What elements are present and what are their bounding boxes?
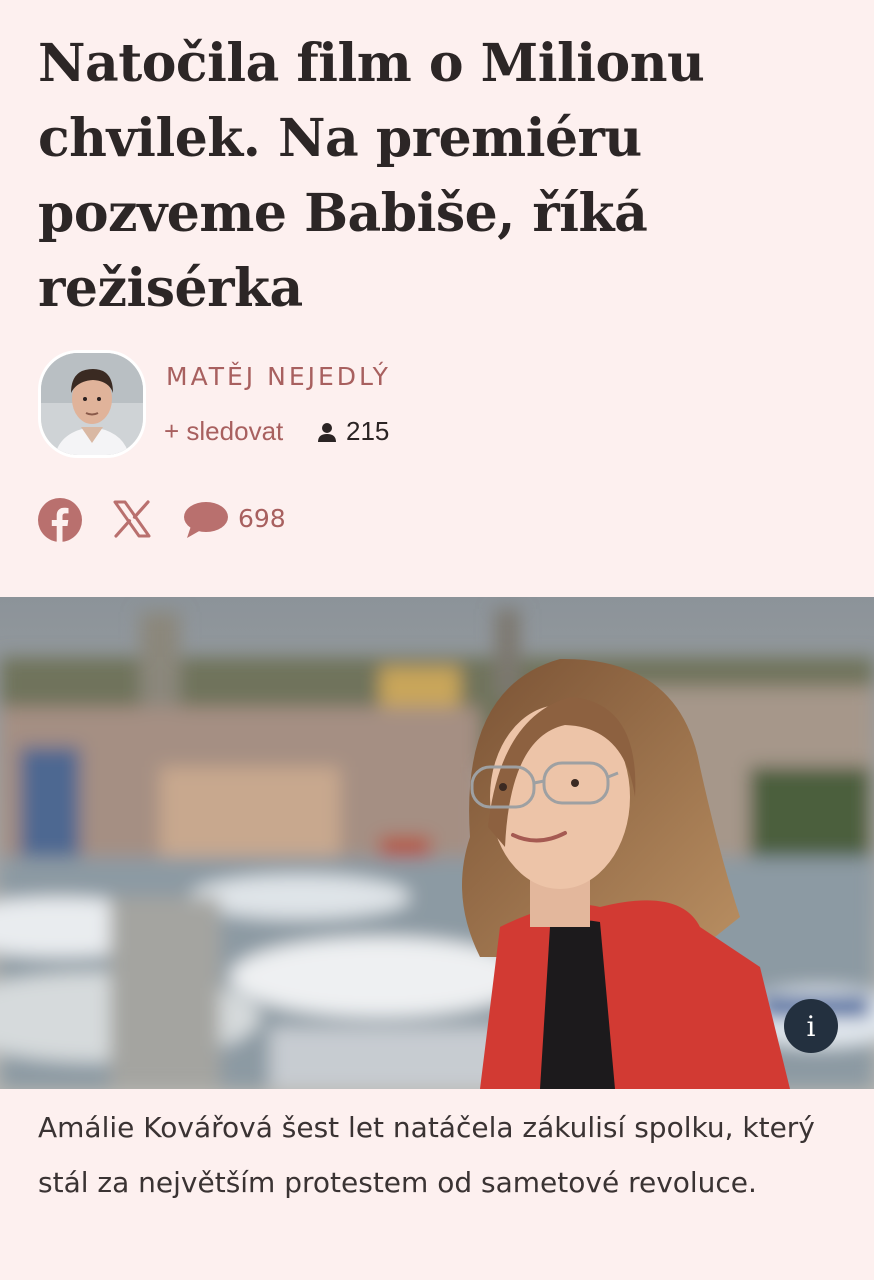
photo-info-button[interactable]: i (784, 999, 838, 1053)
comments-count[interactable]: 698 (238, 504, 286, 533)
comment-bubble-icon[interactable] (183, 500, 229, 545)
author-avatar[interactable] (38, 350, 146, 458)
author-name[interactable]: MATĚJ NEJEDLÝ (166, 362, 391, 391)
photo-image (0, 597, 874, 1089)
article-headline: Natočila film o Milionu chvilek. Na prem… (38, 33, 705, 319)
photo-caption: Amálie Kovářová šest let natáčela zákuli… (38, 1111, 815, 1199)
article-photo[interactable] (0, 597, 874, 1089)
follow-button[interactable]: + sledovat (164, 416, 283, 447)
x-icon[interactable] (112, 499, 152, 544)
author-portrait (41, 353, 143, 455)
followers-count: 215 (316, 416, 389, 447)
followers-number: 215 (346, 416, 390, 446)
person-icon (318, 422, 336, 442)
facebook-icon[interactable] (38, 498, 82, 547)
